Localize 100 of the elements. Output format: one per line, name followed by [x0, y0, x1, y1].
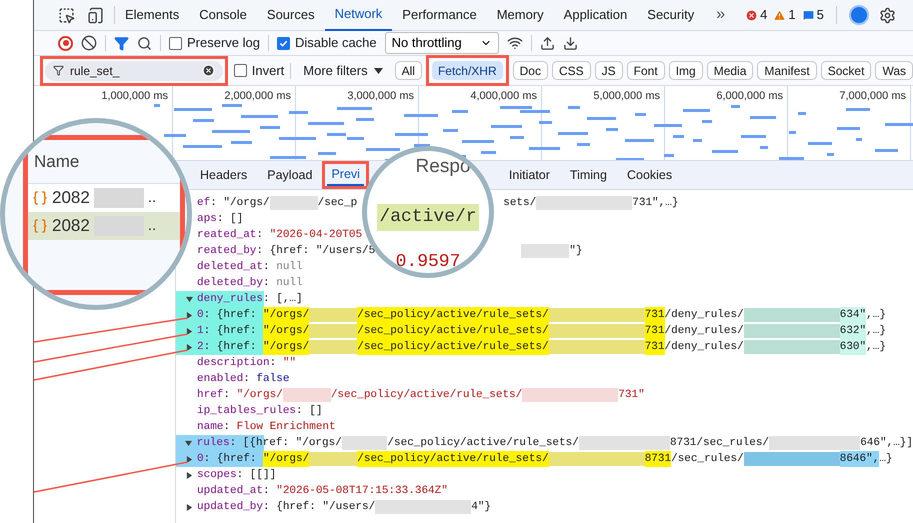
filter-icon[interactable] [114, 36, 129, 50]
braces-icon [32, 218, 48, 234]
code-text: /sec_rules/ [671, 452, 744, 467]
code-text: /sec_p [318, 196, 358, 211]
request-row[interactable]: 2082 .. [28, 212, 180, 240]
code-text: 630" [840, 338, 866, 356]
checkbox[interactable] [234, 64, 247, 77]
request-row[interactable]: 2082 .. [28, 184, 180, 212]
collapsed-arrow-icon[interactable] [185, 312, 193, 318]
clear-icon[interactable] [81, 35, 97, 51]
panel-tab[interactable]: Performance [392, 0, 487, 30]
detail-tab[interactable]: Cookies [616, 164, 682, 186]
filter-field[interactable]: rule_set_ [45, 60, 223, 80]
checkbox-label: Disable cache [294, 34, 377, 52]
redaction-blur [270, 196, 318, 210]
search-icon[interactable] [137, 36, 152, 50]
collapsed-arrow-icon[interactable] [185, 504, 193, 510]
type-filter-chip[interactable]: Fetch/XHR [432, 61, 503, 80]
request-name: 2082 [52, 215, 90, 238]
type-filter-chip[interactable]: All [394, 61, 422, 80]
collapsed-arrow-icon[interactable] [185, 472, 193, 478]
device-toolbar-icon[interactable] [87, 6, 104, 24]
upload-icon[interactable] [540, 36, 555, 50]
panel-tab[interactable]: Console [189, 0, 257, 30]
request-name-ellipsis: .. [148, 216, 156, 236]
collapsed-arrow-icon[interactable] [185, 456, 193, 462]
code-text: : [263, 484, 271, 499]
download-icon[interactable] [562, 36, 578, 50]
code-text: /deny_rules/ [664, 308, 744, 323]
collapsed-arrow-icon[interactable] [185, 344, 193, 350]
code-text: : [270, 356, 278, 371]
detail-tab[interactable]: Headers [190, 164, 258, 186]
type-filter-chip[interactable]: JS [594, 61, 623, 80]
property-name: reated_by [197, 244, 256, 259]
request-name-ellipsis: .. [148, 188, 156, 208]
property-name: aps [197, 212, 217, 227]
property-name: scopes [197, 468, 237, 483]
record-icon[interactable] [58, 36, 73, 50]
more-filters-dropdown[interactable]: More filters [297, 60, 389, 80]
type-filter-chip[interactable]: Was [875, 61, 913, 80]
checkbox[interactable] [276, 36, 290, 50]
redaction-blur [521, 244, 570, 258]
code-text: /deny_rules/ [664, 324, 744, 339]
type-filter-chip[interactable]: Media [706, 61, 754, 80]
magnified-tab-label: Respo [414, 155, 470, 179]
code-text: /sec_policy/active/rule_sets/ [357, 306, 549, 324]
code-text: : [223, 420, 232, 435]
property-name: href [197, 388, 224, 403]
null-value: null [276, 260, 303, 275]
code-text: : [256, 228, 264, 243]
more-tabs-button[interactable]: » [704, 3, 738, 27]
expanded-arrow-icon[interactable] [185, 296, 193, 302]
panel-tab[interactable]: Sources [256, 0, 325, 30]
type-filter-chip[interactable]: Manifest [757, 61, 817, 80]
type-filter-chip[interactable]: Img [668, 61, 703, 80]
type-filter-chip[interactable]: CSS [552, 61, 591, 80]
panel-tab[interactable]: Elements [115, 0, 190, 30]
detail-tab[interactable]: Previ [327, 164, 364, 186]
checkbox-label: Preserve log [187, 34, 260, 52]
code-text: : [] [216, 212, 244, 227]
property-name: 0 [197, 308, 204, 323]
detail-tab[interactable]: Timing [560, 164, 617, 186]
network-settings-icon[interactable] [506, 35, 523, 51]
braces-icon [32, 190, 48, 206]
property-name: updated_at [197, 484, 264, 499]
request-name: 2082 [52, 187, 90, 210]
property-name: reated_at [197, 228, 256, 243]
type-filter-chip[interactable]: Font [626, 61, 665, 80]
warning-icon [773, 8, 786, 22]
redaction-blur [94, 188, 144, 208]
code-text: /sec_policy/active/rule_sets/ [357, 338, 549, 356]
checkbox-label: Invert [252, 62, 284, 80]
throttling-select[interactable]: No throttling [384, 32, 499, 54]
detail-tab[interactable]: Initiator [498, 164, 560, 186]
detail-tab[interactable]: Payload [257, 164, 322, 186]
code-text: "/orgs/ [263, 322, 310, 340]
property-name: name [197, 420, 224, 435]
checkbox[interactable] [169, 36, 182, 50]
string-value: "2026-04-20T05 [270, 228, 362, 243]
filter-input[interactable]: rule_set_ [70, 62, 196, 80]
property-name: deleted_by [197, 276, 264, 291]
type-filter-chip[interactable]: Socket [820, 61, 872, 80]
code-text: 8646", [840, 450, 880, 468]
timeline-tick-label: 1,000,000 ms [101, 89, 168, 102]
type-filter-chip[interactable]: Doc [512, 61, 548, 80]
code-text: "/orgs/ [263, 450, 310, 468]
collapsed-arrow-icon[interactable] [185, 328, 193, 334]
code-text: "} [569, 244, 582, 259]
settings-icon[interactable] [878, 6, 896, 24]
panel-tab[interactable]: Memory [486, 0, 554, 30]
expanded-arrow-icon[interactable] [185, 440, 193, 446]
string-value: "/orgs/ [236, 388, 283, 403]
property-name: deleted_at [197, 260, 264, 275]
inspect-icon[interactable] [58, 6, 75, 24]
panel-tab[interactable]: Application [554, 0, 638, 30]
string-value: 731" [618, 388, 645, 403]
property-name: 2 [197, 340, 204, 355]
code-text: …} [879, 452, 893, 467]
panel-tab[interactable]: Security [637, 0, 704, 30]
error-count: 4 [760, 6, 768, 24]
